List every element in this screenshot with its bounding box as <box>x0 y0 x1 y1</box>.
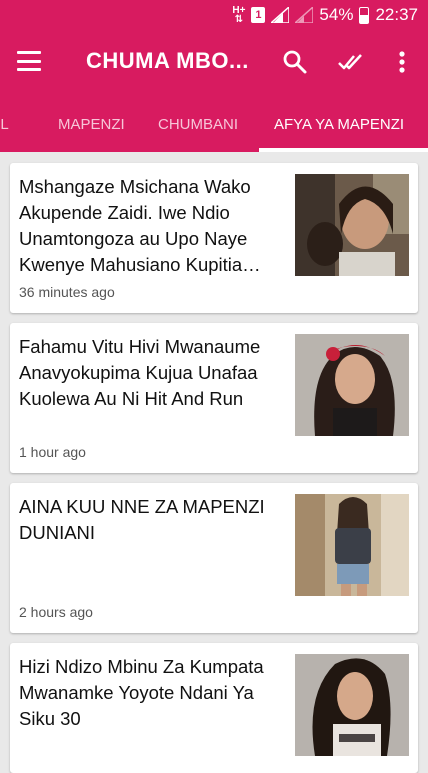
network-type-label: H+ <box>232 5 246 16</box>
active-tab-indicator <box>259 148 428 152</box>
tab-chumbani[interactable]: CHUMBANI <box>158 94 238 152</box>
article-card[interactable]: Mshangaze Msichana Wako Akupende Zaidi. … <box>10 163 418 313</box>
article-card[interactable]: AINA KUU NNE ZA MAPENZI DUNIANI 2 hours … <box>10 483 418 633</box>
article-time: 1 hour ago <box>19 444 86 460</box>
article-title: Mshangaze Msichana Wako Akupende Zaidi. … <box>19 176 251 275</box>
menu-icon[interactable] <box>17 51 41 71</box>
article-thumbnail <box>295 494 409 596</box>
article-title: AINA KUU NNE ZA MAPENZI DUNIANI <box>19 496 265 543</box>
search-icon[interactable] <box>281 48 309 76</box>
sim-indicator: 1 <box>251 7 266 23</box>
clock: 22:37 <box>375 5 418 24</box>
more-options-icon[interactable] <box>388 48 416 76</box>
status-bar: H+ ⇅ 1 54% 22:37 <box>0 0 428 30</box>
article-thumbnail <box>295 174 409 276</box>
app-toolbar: CHUMA MBO... <box>0 30 428 94</box>
article-title: Hizi Ndizo Mbinu Za Kumpata Mwanamke Yoy… <box>19 656 264 729</box>
network-type-indicator: H+ ⇅ <box>232 5 246 25</box>
signal-strength-2-icon <box>295 7 314 23</box>
article-time: 2 hours ago <box>19 604 93 620</box>
article-thumbnail <box>295 654 409 756</box>
tab-all[interactable]: LL <box>0 94 9 152</box>
mark-all-read-icon[interactable] <box>337 48 365 76</box>
app-title: CHUMA MBO... <box>86 48 249 73</box>
article-thumbnail <box>295 334 409 436</box>
battery-percent: 54% <box>319 5 354 24</box>
tab-afya-ya-mapenzi[interactable]: AFYA YA MAPENZI <box>274 94 404 152</box>
article-card[interactable]: Fahamu Vitu Hivi Mwanaume Anavyokupima K… <box>10 323 418 473</box>
article-card[interactable]: Hizi Ndizo Mbinu Za Kumpata Mwanamke Yoy… <box>10 643 418 773</box>
article-time: 36 minutes ago <box>19 284 115 300</box>
signal-strength-icon <box>271 7 290 23</box>
battery-charging-icon <box>359 6 370 24</box>
category-tabs: LL MAPENZI CHUMBANI AFYA YA MAPENZI <box>0 94 428 152</box>
article-title: Fahamu Vitu Hivi Mwanaume Anavyokupima K… <box>19 336 261 409</box>
tab-mapenzi[interactable]: MAPENZI <box>58 94 125 152</box>
